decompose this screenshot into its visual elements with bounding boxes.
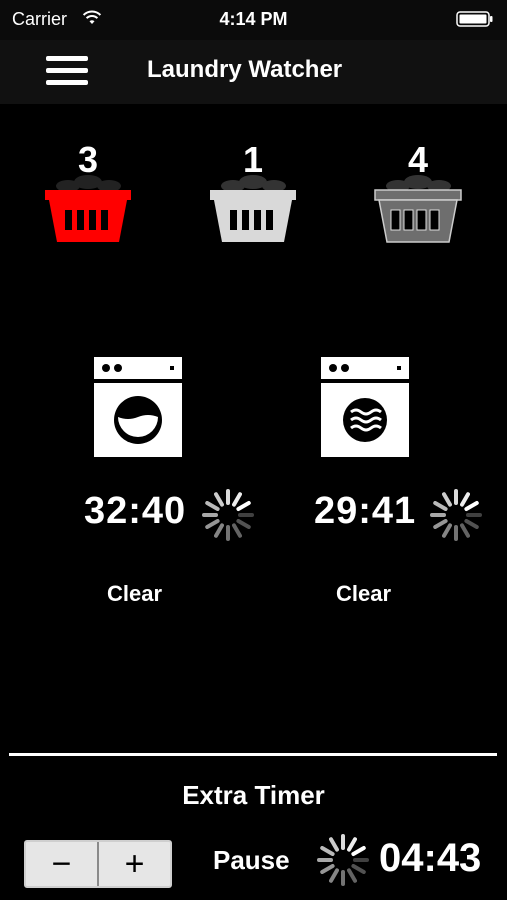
hamburger-menu-icon[interactable] (46, 56, 88, 88)
dryer-clear-button[interactable]: Clear (336, 581, 391, 607)
basket-white[interactable]: 1 (208, 140, 298, 245)
decrement-button[interactable]: − (26, 842, 97, 886)
basket-dark[interactable]: 4 (373, 140, 463, 245)
pause-button[interactable]: Pause (213, 845, 290, 876)
status-bar: Carrier 4:14 PM (0, 0, 507, 40)
navigation-bar: Laundry Watcher (0, 40, 507, 104)
section-divider (9, 753, 497, 756)
app-title: Laundry Watcher (147, 56, 343, 83)
dryer-icon (321, 357, 409, 457)
laundry-basket-icon (210, 175, 296, 242)
extra-timer-time: 04:43 (379, 836, 482, 880)
washer-clear-button[interactable]: Clear (107, 581, 162, 607)
battery-icon (456, 11, 493, 27)
basket-red[interactable]: 3 (43, 140, 133, 245)
laundry-basket-icon (45, 175, 131, 242)
dryer-loading-spinner-icon (430, 489, 482, 541)
extra-timer-title: Extra Timer (182, 780, 325, 810)
extra-loading-spinner-icon (317, 834, 369, 886)
dryer-timer: 29:41 (314, 490, 417, 532)
laundry-basket-icon (374, 175, 462, 243)
washing-machine-icon (94, 357, 182, 457)
extra-timer-stepper: − + (24, 840, 172, 888)
washer-timer: 32:40 (84, 490, 187, 532)
washer-loading-spinner-icon (202, 489, 254, 541)
increment-button[interactable]: + (97, 842, 170, 886)
status-time: 4:14 PM (219, 9, 288, 29)
